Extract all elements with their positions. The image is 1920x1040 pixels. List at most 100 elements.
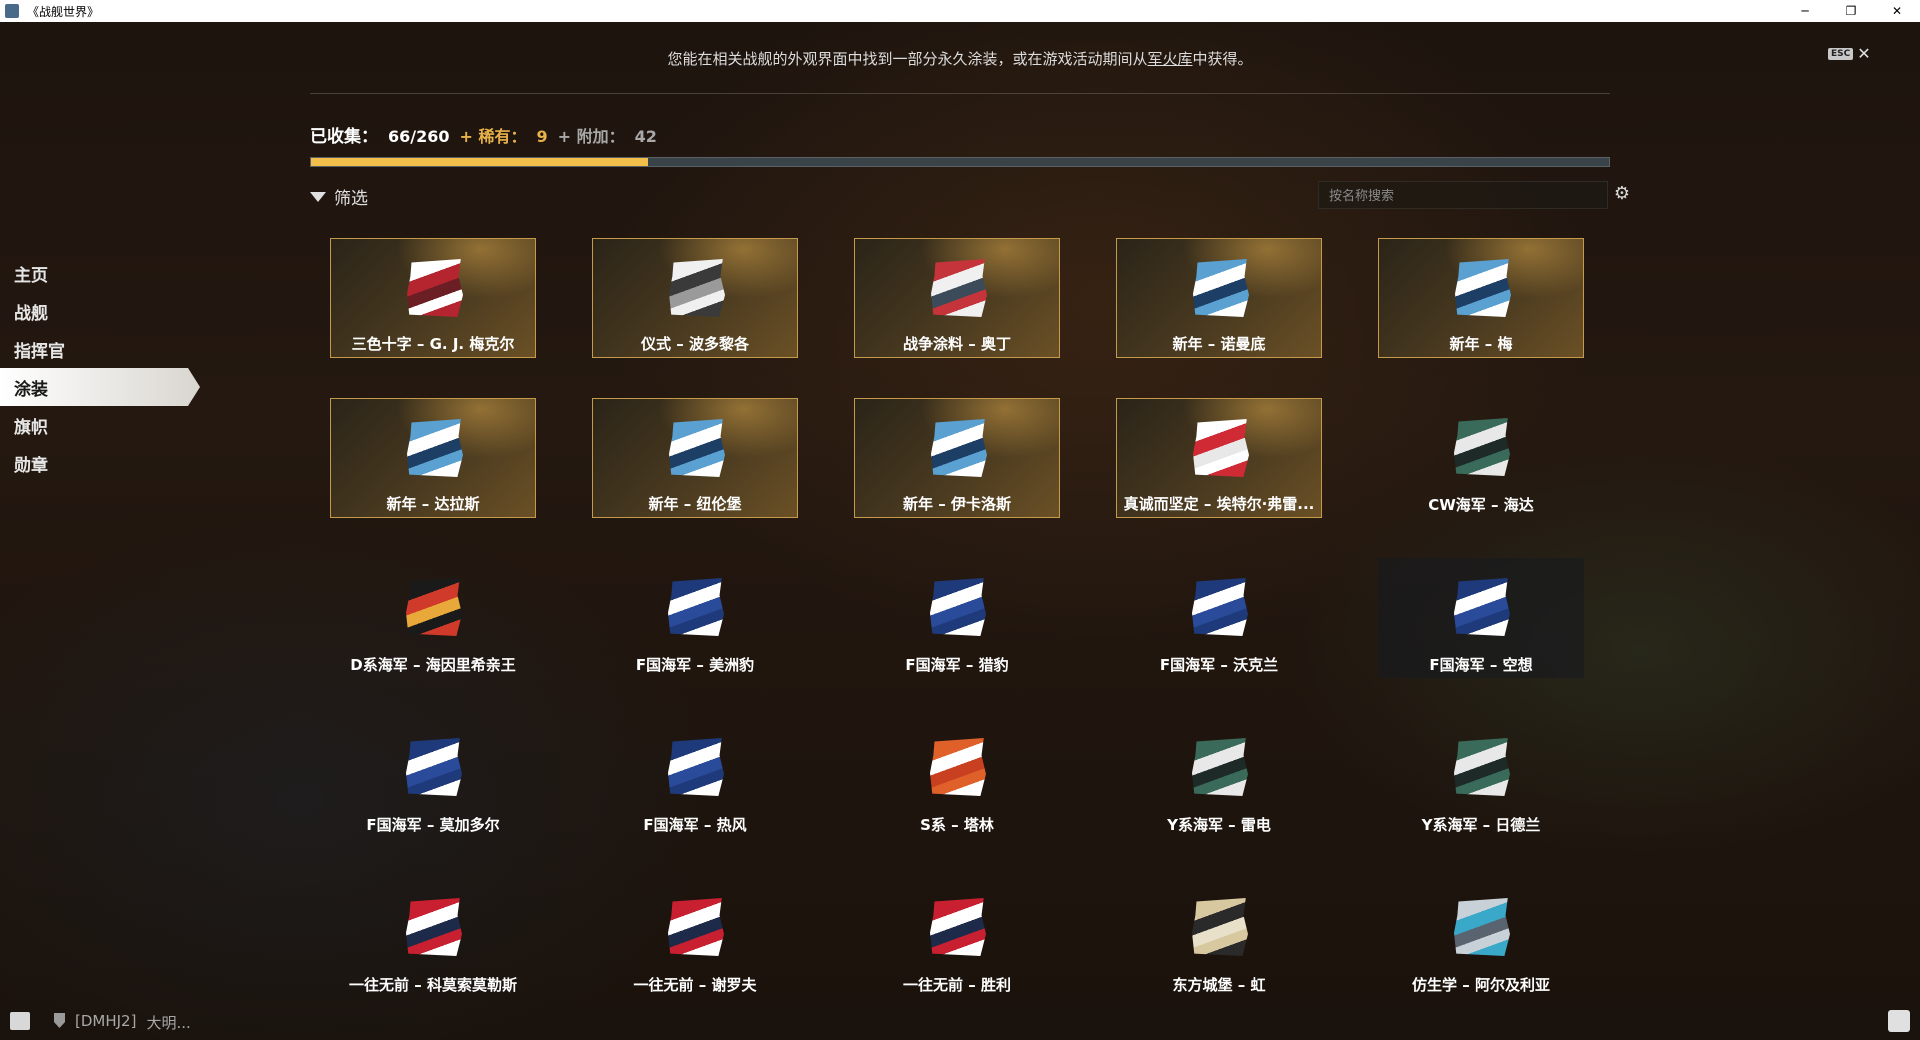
- collection-progress-fill: [311, 158, 649, 166]
- camo-card[interactable]: 战争涂料 – 奥丁: [854, 238, 1060, 358]
- camo-card[interactable]: 新年 – 纽伦堡: [592, 398, 798, 518]
- camo-swatch-icon: [406, 578, 462, 636]
- camouflage-grid: 三色十字 – G. J. 梅克尔 仪式 – 波多黎各 战争涂料 – 奥丁 新年 – 诺…: [330, 238, 1584, 998]
- camo-swatch-icon: [407, 419, 463, 477]
- camo-card[interactable]: 东方城堡 – 虹: [1116, 878, 1322, 998]
- camo-card[interactable]: Y系海军 – 雷电: [1116, 718, 1322, 838]
- camo-name: D系海军 – 海因里希亲王: [350, 656, 516, 674]
- filter-icon: [310, 191, 326, 202]
- camo-name: F国海军 – 猎豹: [905, 656, 1009, 674]
- clan-name: 大明...: [146, 1014, 191, 1032]
- rare-count: 9: [536, 127, 548, 146]
- camo-card[interactable]: 真诚而坚定 – 埃特尔·弗雷...: [1116, 398, 1322, 518]
- close-icon: ✕: [1857, 44, 1871, 63]
- camo-name: 新年 – 诺曼底: [1172, 335, 1266, 353]
- camo-card[interactable]: 仪式 – 波多黎各: [592, 238, 798, 358]
- camo-name: F国海军 – 美洲豹: [635, 656, 755, 674]
- camo-swatch-icon: [668, 578, 724, 636]
- camo-card[interactable]: 一往无前 – 科莫索莫勒斯: [330, 878, 536, 998]
- camo-name: F国海军 – 空想: [1429, 656, 1533, 674]
- armory-link[interactable]: 军火库: [1147, 50, 1192, 68]
- filter-button[interactable]: 筛选: [310, 184, 368, 209]
- search-input[interactable]: [1318, 181, 1608, 209]
- camo-name: F国海军 – 沃克兰: [1159, 656, 1279, 674]
- camo-card[interactable]: Y系海军 – 日德兰: [1378, 718, 1584, 838]
- window-controls: ─ ❐ ✕: [1782, 0, 1920, 22]
- camo-name: S系 – 塔林: [920, 816, 994, 834]
- camo-swatch-icon: [1455, 259, 1511, 317]
- camo-card[interactable]: CW海军 – 海达: [1378, 398, 1584, 518]
- close-window-button[interactable]: ✕: [1874, 0, 1920, 22]
- esc-key-icon: ESC: [1828, 47, 1854, 60]
- camo-card[interactable]: F国海军 – 热风: [592, 718, 798, 838]
- camo-card[interactable]: 三色十字 – G. J. 梅克尔: [330, 238, 536, 358]
- camo-card[interactable]: S系 – 塔林: [854, 718, 1060, 838]
- sidebar-item-camouflages[interactable]: 涂装: [0, 368, 200, 406]
- camo-card[interactable]: 新年 – 达拉斯: [330, 398, 536, 518]
- camo-card[interactable]: F国海军 – 猎豹: [854, 558, 1060, 678]
- sidebar-item-medals[interactable]: 勋章: [0, 444, 200, 482]
- app-icon: [5, 4, 19, 18]
- collection-summary: 已收集： 66/260 + 稀有： 9 + 附加： 42: [310, 122, 657, 147]
- camo-swatch-icon: [406, 898, 462, 956]
- clan-info[interactable]: [DMHJ2] 大明...: [75, 1012, 191, 1033]
- camo-card[interactable]: 仿生学 – 阿尔及利亚: [1378, 878, 1584, 998]
- camo-swatch-icon: [1192, 738, 1248, 796]
- camo-name: 真诚而坚定 – 埃特尔·弗雷...: [1123, 495, 1315, 513]
- camo-card[interactable]: 一往无前 – 谢罗夫: [592, 878, 798, 998]
- chat-icon[interactable]: [10, 1012, 30, 1030]
- camo-card[interactable]: 新年 – 诺曼底: [1116, 238, 1322, 358]
- camo-swatch-icon: [1454, 418, 1510, 476]
- camo-card[interactable]: D系海军 – 海因里希亲王: [330, 558, 536, 678]
- camo-name: F国海军 – 莫加多尔: [366, 816, 500, 834]
- camo-swatch-icon: [668, 898, 724, 956]
- clan-shield-icon: [54, 1013, 65, 1028]
- sidebar-item-commanders[interactable]: 指挥官: [0, 330, 200, 368]
- camo-name: 仪式 – 波多黎各: [641, 335, 749, 353]
- camo-swatch-icon: [930, 738, 986, 796]
- camo-swatch-icon: [931, 259, 987, 317]
- sidebar-item-ships[interactable]: 战舰: [0, 292, 200, 330]
- camo-name: 一往无前 – 胜利: [903, 976, 1011, 994]
- camo-swatch-icon: [1193, 259, 1249, 317]
- camo-name: CW海军 – 海达: [1428, 496, 1534, 514]
- sidebar-item-home[interactable]: 主页: [0, 254, 200, 292]
- camo-swatch-icon: [1454, 738, 1510, 796]
- notice-text: 您能在相关战舰的外观界面中找到一部分永久涂装，或在游戏活动期间从军火库中获得。: [310, 48, 1610, 69]
- camo-swatch-icon: [406, 738, 462, 796]
- camo-card[interactable]: F国海军 – 空想: [1378, 558, 1584, 678]
- collected-label: 已收集：: [310, 127, 378, 147]
- notice-before: 您能在相关战舰的外观界面中找到一部分永久涂装，或在游戏活动期间从: [667, 50, 1148, 68]
- notice-after: 中获得。: [1192, 50, 1253, 68]
- minimize-button[interactable]: ─: [1782, 0, 1828, 22]
- camo-name: Y系海军 – 日德兰: [1421, 816, 1541, 834]
- camo-card[interactable]: 一往无前 – 胜利: [854, 878, 1060, 998]
- camo-card[interactable]: F国海军 – 美洲豹: [592, 558, 798, 678]
- header-divider: [310, 93, 1610, 94]
- notification-bell-icon[interactable]: [1888, 1010, 1910, 1032]
- camo-name: 新年 – 伊卡洛斯: [903, 495, 1011, 513]
- camo-name: 新年 – 达拉斯: [386, 495, 480, 513]
- camo-card[interactable]: F国海军 – 沃克兰: [1116, 558, 1322, 678]
- camo-name: 一往无前 – 谢罗夫: [633, 976, 757, 994]
- clan-tag: [DMHJ2]: [75, 1012, 137, 1030]
- camo-name: 战争涂料 – 奥丁: [903, 335, 1011, 353]
- camo-name: 仿生学 – 阿尔及利亚: [1412, 976, 1550, 994]
- restore-button[interactable]: ❐: [1828, 0, 1874, 22]
- camo-card[interactable]: 新年 – 梅: [1378, 238, 1584, 358]
- sidebar-item-flags[interactable]: 旗帜: [0, 406, 200, 444]
- camo-card[interactable]: 新年 – 伊卡洛斯: [854, 398, 1060, 518]
- sidebar: 主页 战舰 指挥官 涂装 旗帜 勋章: [0, 254, 200, 482]
- window-titlebar: 《战舰世界》 ─ ❐ ✕: [0, 0, 1920, 22]
- camo-swatch-icon: [1192, 578, 1248, 636]
- camo-swatch-icon: [1193, 419, 1249, 477]
- extra-label: + 附加：: [557, 127, 625, 146]
- camo-name: 三色十字 – G. J. 梅克尔: [351, 335, 515, 353]
- filter-label: 筛选: [334, 189, 368, 209]
- camo-card[interactable]: F国海军 – 莫加多尔: [330, 718, 536, 838]
- esc-close-button[interactable]: ESC ✕: [1828, 44, 1871, 63]
- camo-name: 东方城堡 – 虹: [1172, 976, 1266, 994]
- window-title: 《战舰世界》: [27, 4, 100, 19]
- camo-swatch-icon: [669, 259, 725, 317]
- search-settings-gear-icon[interactable]: ⚙: [1612, 184, 1632, 204]
